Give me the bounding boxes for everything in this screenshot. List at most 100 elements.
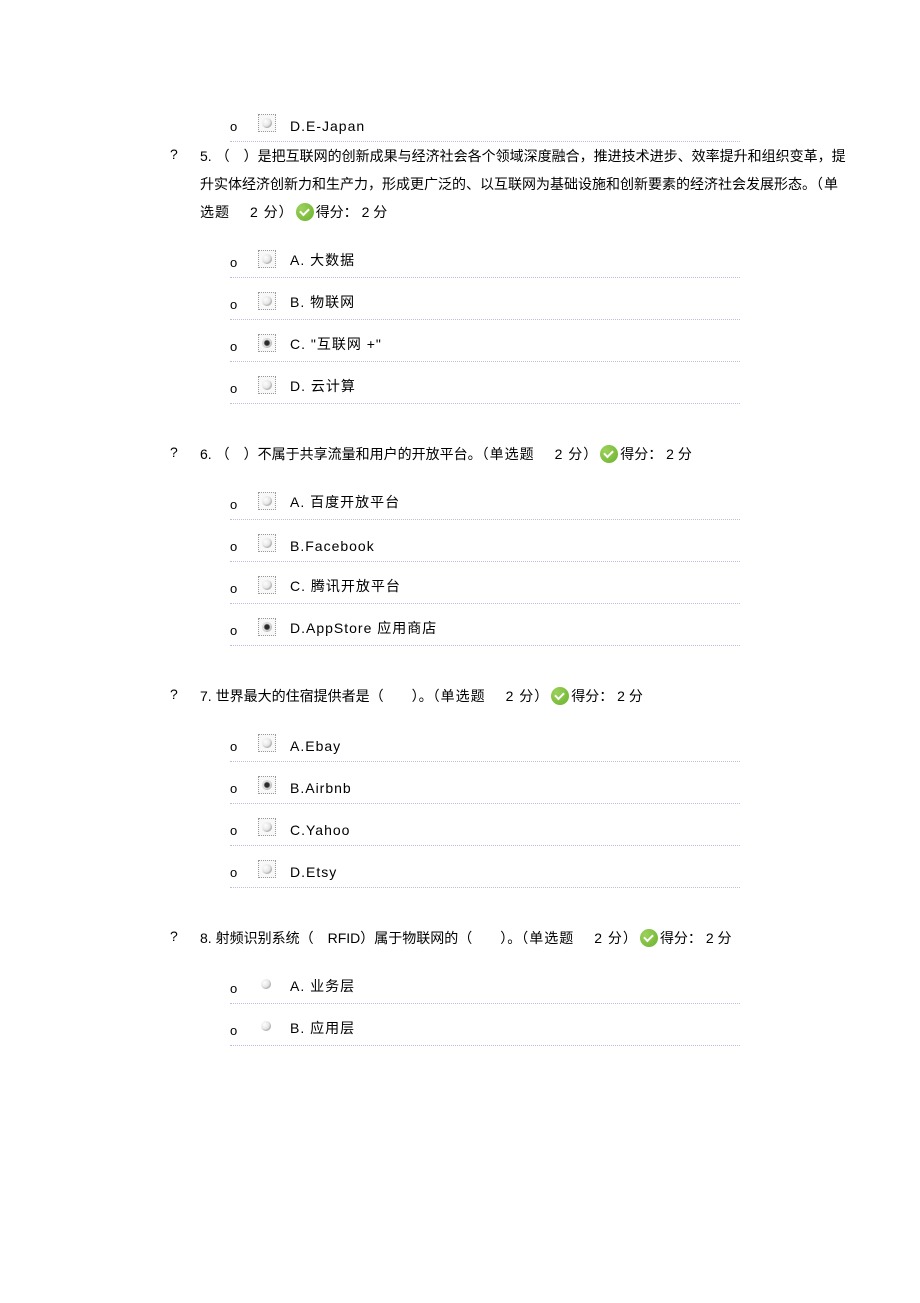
question-type-label: （单选题2 分） xyxy=(482,446,599,462)
radio-icon[interactable] xyxy=(258,1018,276,1036)
question-bullet: ? xyxy=(170,682,200,702)
question-text: 7. 世界最大的住宿提供者是（ ）。（单选题2 分） 得分： 2 分 xyxy=(200,682,880,710)
page-content: o D.E-Japan ?5. （ ）是把互联网的创新成果与经济社会各个领域深度… xyxy=(0,0,920,1142)
radio-icon[interactable] xyxy=(258,376,276,394)
options-list: o A. 大数据 o B. 物联网 o C. "互联网 +" o D. 云计算 xyxy=(230,236,740,404)
score-label: 得分： 2 分 xyxy=(316,204,388,220)
question-block: ?6. （ ）不属于共享流量和用户的开放平台。（单选题2 分） 得分： 2 分 o A… xyxy=(40,440,880,646)
option-bullet: o xyxy=(230,623,258,642)
radio-icon[interactable] xyxy=(258,818,276,836)
option-bullet: o xyxy=(230,119,258,138)
option-label: D.E-Japan xyxy=(290,118,365,138)
option-row[interactable]: o A. 百度开放平台 xyxy=(230,478,740,520)
question-line: ?8. 射频识别系统（ RFID）属于物联网的（ ）。（单选题2 分） 得分： 2… xyxy=(170,924,880,952)
question-bullet: ? xyxy=(170,440,200,460)
radio-icon[interactable] xyxy=(258,292,276,310)
options-list: oA. 百度开放平台oB.FacebookoC. 腾讯开放平台oD.AppSto… xyxy=(230,478,740,646)
option-bullet: o xyxy=(230,339,258,358)
option-bullet: o xyxy=(230,581,258,600)
option-label: A. 大数据 xyxy=(290,250,355,274)
option-row[interactable]: o B. 应用层 xyxy=(230,1004,740,1046)
option-bullet: o xyxy=(230,823,258,842)
option-bullet: o xyxy=(230,981,258,1000)
options-list: o A. 业务层 o B. 应用层 xyxy=(230,962,740,1046)
option-bullet: o xyxy=(230,781,258,800)
question-type-label: （单选题2 分） xyxy=(521,930,638,946)
option-bullet: o xyxy=(230,539,258,558)
question-line: ?5. （ ）是把互联网的创新成果与经济社会各个领域深度融合，推进技术进步、效率… xyxy=(170,142,880,226)
option-row[interactable]: o D.Etsy xyxy=(230,846,740,888)
option-label: D. 云计算 xyxy=(290,376,356,400)
option-row[interactable]: o B. 物联网 xyxy=(230,278,740,320)
option-bullet: o xyxy=(230,381,258,400)
radio-icon[interactable] xyxy=(258,576,276,594)
question-body: 世界最大的住宿提供者是（ ）。 xyxy=(216,688,433,704)
radio-icon[interactable] xyxy=(258,860,276,878)
score-label: 得分： 2 分 xyxy=(660,930,732,946)
option-bullet: o xyxy=(230,497,258,516)
question-line: ?7. 世界最大的住宿提供者是（ ）。（单选题2 分） 得分： 2 分 xyxy=(170,682,880,710)
question-body: （ ）是把互联网的创新成果与经济社会各个领域深度融合，推进技术进步、效率提升和组… xyxy=(200,148,846,192)
option-row[interactable]: o B.Airbnb xyxy=(230,762,740,804)
question-number: 6. xyxy=(200,446,216,462)
question-bullet: ? xyxy=(170,142,200,162)
option-label: C. "互联网 +" xyxy=(290,334,382,358)
radio-icon[interactable] xyxy=(258,114,276,132)
option-row[interactable]: o A. 业务层 xyxy=(230,962,740,1004)
option-label: B. 物联网 xyxy=(290,292,355,316)
check-icon xyxy=(296,203,314,221)
question-block: ?7. 世界最大的住宿提供者是（ ）。（单选题2 分） 得分： 2 分 o A.Eba… xyxy=(40,682,880,888)
option-row[interactable]: oB.Facebook xyxy=(230,520,740,562)
score-label: 得分： 2 分 xyxy=(620,446,692,462)
option-row[interactable]: o C. 腾讯开放平台 xyxy=(230,562,740,604)
option-bullet: o xyxy=(230,255,258,274)
option-row[interactable]: o A. 大数据 xyxy=(230,236,740,278)
option-label: D.Etsy xyxy=(290,864,337,884)
question-body: 射频识别系统（ RFID）属于物联网的（ ）。 xyxy=(216,930,522,946)
question-bullet: ? xyxy=(170,924,200,944)
option-row[interactable]: o C.Yahoo xyxy=(230,804,740,846)
options-list: o A.Ebay o B.Airbnb o C.Yahoo o D.Etsy xyxy=(230,720,740,888)
fragment-options: o D.E-Japan xyxy=(230,100,740,142)
option-label: A. 百度开放平台 xyxy=(290,492,400,516)
check-icon xyxy=(551,687,569,705)
option-bullet: o xyxy=(230,865,258,884)
radio-icon[interactable] xyxy=(258,250,276,268)
radio-icon[interactable] xyxy=(258,534,276,552)
question-number: 5. xyxy=(200,148,216,164)
radio-icon[interactable] xyxy=(258,776,276,794)
radio-icon[interactable] xyxy=(258,976,276,994)
radio-icon[interactable] xyxy=(258,492,276,510)
radio-icon[interactable] xyxy=(258,334,276,352)
question-block: ?5. （ ）是把互联网的创新成果与经济社会各个领域深度融合，推进技术进步、效率… xyxy=(40,142,880,404)
question-type-label: （单选题2 分） xyxy=(433,688,550,704)
option-row[interactable]: o C. "互联网 +" xyxy=(230,320,740,362)
option-row[interactable]: o D.AppStore 应用商店 xyxy=(230,604,740,646)
question-body: （ ）不属于共享流量和用户的开放平台。 xyxy=(216,446,482,462)
option-label: B. 应用层 xyxy=(290,1018,355,1042)
option-bullet: o xyxy=(230,739,258,758)
option-row[interactable]: o D.E-Japan xyxy=(230,100,740,142)
radio-icon[interactable] xyxy=(258,734,276,752)
option-label: A.Ebay xyxy=(290,738,341,758)
question-text: 8. 射频识别系统（ RFID）属于物联网的（ ）。（单选题2 分） 得分： 2 … xyxy=(200,924,880,952)
check-icon xyxy=(640,929,658,947)
option-row[interactable]: o A.Ebay xyxy=(230,720,740,762)
check-icon xyxy=(600,445,618,463)
question-number: 7. xyxy=(200,688,216,704)
option-label: D.AppStore 应用商店 xyxy=(290,618,437,642)
question-number: 8. xyxy=(200,930,216,946)
question-text: 6. （ ）不属于共享流量和用户的开放平台。（单选题2 分） 得分： 2 分 xyxy=(200,440,880,468)
option-label: A. 业务层 xyxy=(290,976,355,1000)
score-label: 得分： 2 分 xyxy=(571,688,643,704)
option-label: C. 腾讯开放平台 xyxy=(290,576,401,600)
radio-icon[interactable] xyxy=(258,618,276,636)
option-label: B.Airbnb xyxy=(290,780,352,800)
option-row[interactable]: o D. 云计算 xyxy=(230,362,740,404)
option-bullet: o xyxy=(230,1023,258,1042)
question-text: 5. （ ）是把互联网的创新成果与经济社会各个领域深度融合，推进技术进步、效率提… xyxy=(200,142,880,226)
option-bullet: o xyxy=(230,297,258,316)
question-line: ?6. （ ）不属于共享流量和用户的开放平台。（单选题2 分） 得分： 2 分 xyxy=(170,440,880,468)
question-block: ?8. 射频识别系统（ RFID）属于物联网的（ ）。（单选题2 分） 得分： 2… xyxy=(40,924,880,1046)
option-label: C.Yahoo xyxy=(290,822,350,842)
